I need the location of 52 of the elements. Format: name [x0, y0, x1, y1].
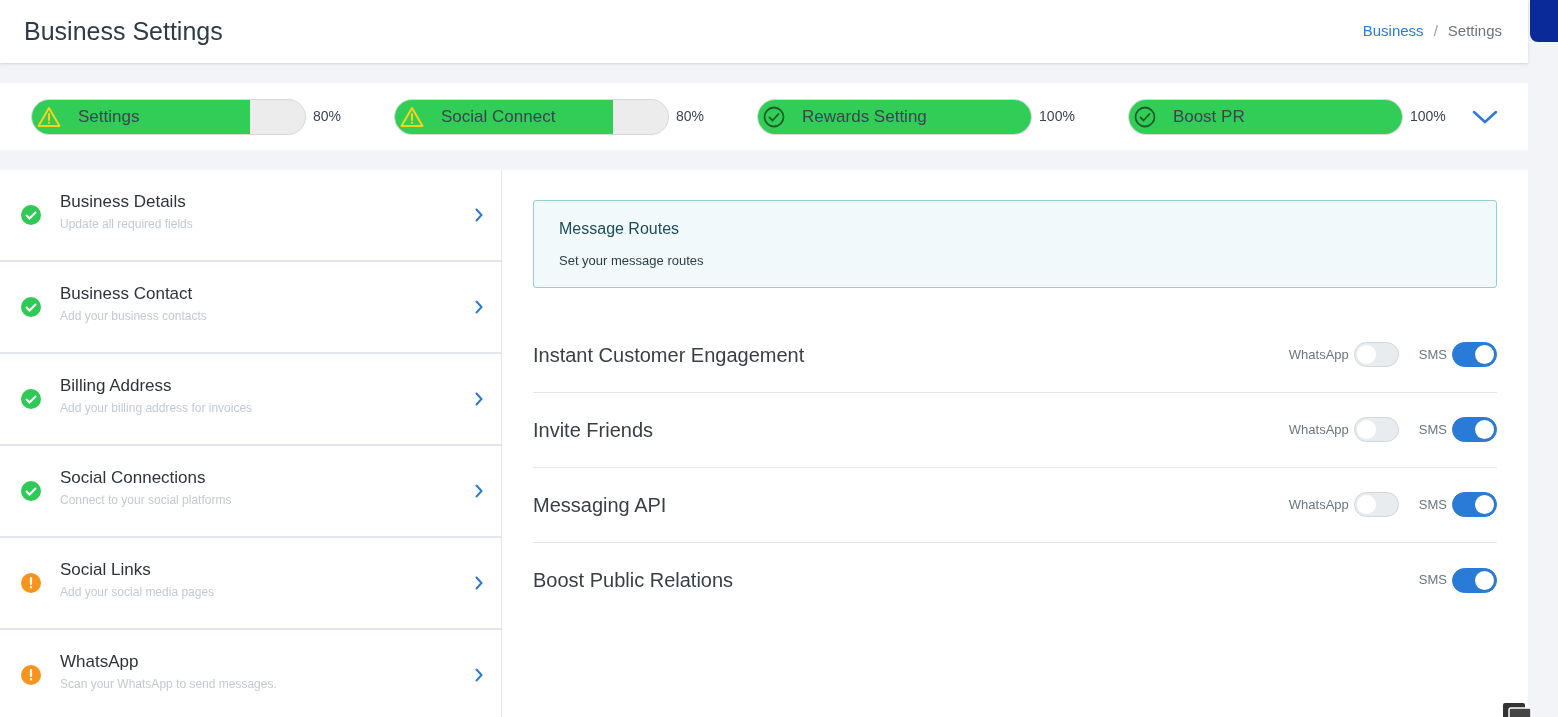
progress-percent: 100%: [1039, 107, 1075, 126]
chevron-right-icon: [475, 668, 483, 682]
progress-label: Boost PR: [1172, 105, 1245, 128]
toggle-switch[interactable]: [1452, 567, 1497, 593]
breadcrumb-separator: /: [1433, 21, 1438, 42]
toggle-label: WhatsApp: [1288, 420, 1349, 439]
sidebar-item[interactable]: Social Links Add your social media pages: [0, 538, 501, 630]
corner-panel: [1530, 0, 1558, 42]
sidebar-item-subtitle: Add your social media pages: [60, 584, 216, 602]
chevron-down-icon[interactable]: [1472, 108, 1498, 125]
chevron-right-icon: [475, 576, 483, 590]
progress-percent: 100%: [1409, 107, 1446, 126]
route-name: Instant Customer Engagement: [533, 342, 805, 368]
route-name: Messaging API: [533, 492, 667, 518]
progress-percent: 80%: [313, 107, 342, 126]
breadcrumb-link[interactable]: Business: [1362, 20, 1424, 43]
sidebar-item-title: Billing Address: [60, 374, 173, 397]
route-name: Invite Friends: [533, 417, 654, 443]
progress-percent: 80%: [676, 107, 705, 126]
sidebar-item-subtitle: Scan your WhatsApp to send messages.: [60, 676, 278, 694]
toggle-switch[interactable]: [1452, 492, 1497, 517]
toggle-label: SMS: [1418, 571, 1447, 590]
toggle-switch[interactable]: [1452, 342, 1497, 367]
toggle-label: WhatsApp: [1288, 495, 1349, 514]
toggle-label: SMS: [1418, 345, 1447, 364]
route-name: Boost Public Relations: [533, 568, 734, 593]
progress-label: Social Connect: [441, 105, 556, 128]
chevron-right-icon: [475, 300, 483, 314]
toggle-label: WhatsApp: [1288, 345, 1349, 364]
sidebar-item-subtitle: Update all required fields: [60, 216, 194, 234]
sidebar-item[interactable]: Business Details Update all required fields: [0, 170, 501, 262]
sidebar-item-title: Business Details: [60, 190, 187, 213]
sidebar-item[interactable]: Social Connections Connect to your social platforms: [0, 446, 501, 538]
sidebar-item[interactable]: Business Contact Add your business contacts: [0, 262, 501, 354]
sidebar-item-subtitle: Connect to your social platforms: [60, 492, 233, 510]
chevron-right-icon: [475, 208, 483, 222]
sidebar-item-title: WhatsApp: [60, 650, 140, 673]
info-text: Set your message routes: [559, 252, 705, 270]
sidebar-item-title: Business Contact: [60, 282, 194, 305]
toggle-label: SMS: [1418, 420, 1447, 439]
info-title: Message Routes: [559, 219, 681, 239]
sidebar-item-title: Social Links: [60, 558, 152, 581]
sidebar-item-title: Social Connections: [60, 466, 207, 489]
progress-label: Rewards Setting: [802, 105, 927, 128]
toggle-label: SMS: [1418, 495, 1447, 514]
chevron-right-icon: [475, 484, 483, 498]
chevron-right-icon: [475, 392, 483, 406]
page-title: Business Settings: [24, 15, 223, 47]
sidebar-item-subtitle: Add your business contacts: [60, 308, 208, 326]
toggle-switch[interactable]: [1452, 417, 1497, 442]
breadcrumb-current: Settings: [1447, 21, 1502, 42]
progress-label: Settings: [78, 105, 140, 128]
